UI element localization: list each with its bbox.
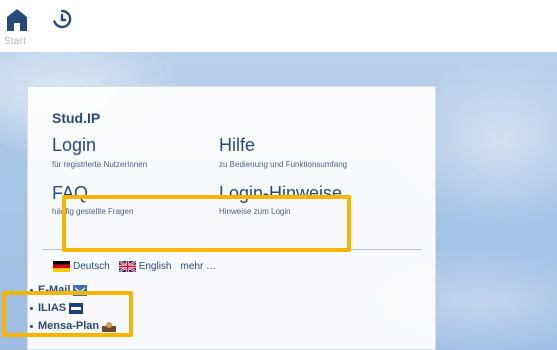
highlight-box-ilias [2,291,133,337]
card-title: Stud.IP [52,110,101,126]
more-languages-link[interactable]: mehr … [181,261,217,272]
highlight-box-login-hints [62,195,351,252]
language-english[interactable]: English [118,261,172,272]
help-link[interactable]: Hilfe [219,135,255,156]
start-label: Start [4,36,27,47]
language-german-label: Deutsch [73,261,110,272]
language-german[interactable]: Deutsch [53,261,110,272]
uk-flag-icon [118,261,136,272]
login-subtitle: für registrierte NutzerInnen [52,160,148,169]
login-link[interactable]: Login [52,135,96,156]
back-history-icon[interactable] [51,8,73,30]
home-icon[interactable] [7,9,27,31]
language-english-label: English [138,261,172,272]
help-subtitle: zu Bedienung und Funktionsumfang [219,160,348,169]
top-navigation-bar: Start [0,0,557,52]
de-flag-icon [53,261,70,272]
language-selector: Deutsch English mehr … [53,261,216,272]
